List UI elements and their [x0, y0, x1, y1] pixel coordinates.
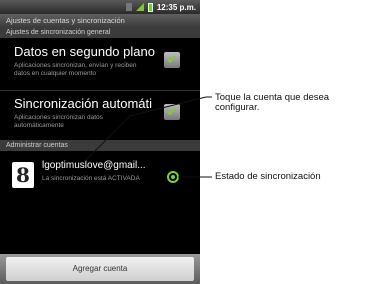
setting-auto-sync[interactable]: Sincronización automáti Aplicaciones sin…: [0, 94, 200, 140]
account-item[interactable]: 8 lgoptimuslove@gmail... La sincronizaci…: [0, 158, 200, 198]
section-header-accounts: Administrar cuentas: [0, 140, 200, 151]
google-logo-icon: 8: [12, 162, 34, 188]
account-callout-text: Toque la cuenta que desea configurar.: [215, 92, 330, 113]
screen-title: Ajustes de cuentas y sincronización: [0, 14, 200, 27]
bottom-bar: Agregar cuenta: [0, 254, 200, 284]
account-email: lgoptimuslove@gmail...: [42, 160, 146, 171]
status-bar: 12:35 p.m.: [0, 0, 200, 14]
setting-background-data[interactable]: Datos en segundo plano Aplicaciones sinc…: [0, 42, 200, 88]
auto-sync-checkbox[interactable]: ✔: [164, 104, 180, 120]
signal-icon: [125, 3, 132, 11]
divider: [0, 90, 200, 91]
account-sync-status: La sincronización está ACTIVADA: [42, 175, 140, 182]
add-account-button[interactable]: Agregar cuenta: [6, 257, 194, 281]
sync-status-icon: [167, 171, 179, 183]
phone-screen: 12:35 p.m. Ajustes de cuentas y sincroni…: [0, 0, 200, 284]
section-header-general: Ajustes de sincronización general: [0, 27, 200, 38]
setting-description: Aplicaciones sincronizan datos automátic…: [14, 114, 103, 129]
setting-description: Aplicaciones sincronizan, envían y recib…: [14, 62, 137, 77]
setting-title: Sincronización automáti: [14, 96, 153, 111]
battery-icon: [147, 2, 153, 12]
network-bars-icon: [135, 3, 144, 11]
setting-title: Datos en segundo plano: [14, 44, 155, 59]
sync-callout-text: Estado de sincronización: [215, 171, 321, 182]
background-data-checkbox[interactable]: ✔: [164, 52, 180, 68]
status-time: 12:35 p.m.: [156, 2, 196, 12]
